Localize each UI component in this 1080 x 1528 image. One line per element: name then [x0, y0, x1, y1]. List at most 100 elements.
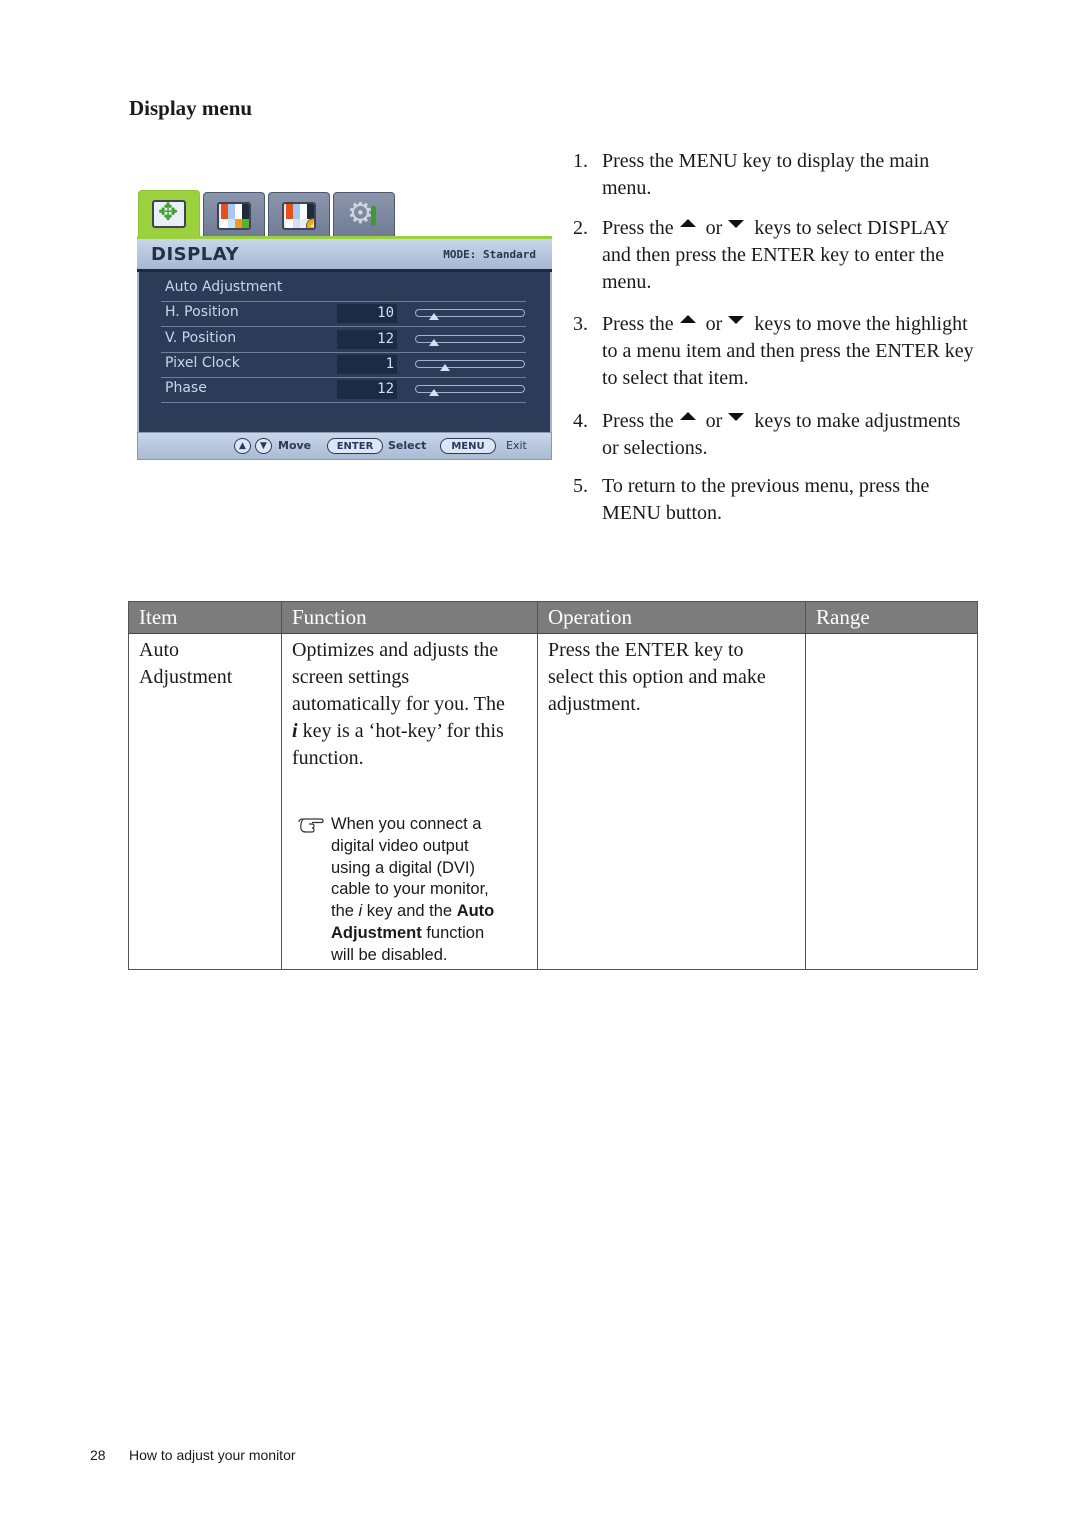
- display-menu-table: Item Function Operation Range Auto Adjus…: [128, 601, 978, 970]
- step-number: 1.: [573, 150, 588, 172]
- text: Press the: [602, 150, 679, 172]
- osd-tab-display: [138, 190, 200, 238]
- osd-header: DISPLAY MODE: Standard: [137, 236, 552, 272]
- column-divider: [805, 602, 806, 969]
- step-number: 4.: [573, 410, 588, 432]
- text: and then press the: [602, 244, 751, 266]
- text-line: function.: [292, 747, 364, 769]
- bold-text: Auto: [456, 902, 495, 921]
- text-line: the i key and the Auto: [331, 901, 531, 923]
- text-line: will be disabled.: [331, 945, 448, 964]
- column-header-range: Range: [816, 605, 870, 629]
- text-line: digital video output: [331, 836, 469, 855]
- key-name: MENU: [602, 502, 661, 524]
- osd-title: DISPLAY: [151, 244, 240, 265]
- text-line: adjustment.: [548, 693, 641, 715]
- column-header-function: Function: [292, 605, 367, 629]
- gear-screwdriver-icon: [347, 202, 381, 230]
- osd-slider: [415, 360, 525, 371]
- text: key is a ‘hot-key’ for this: [297, 720, 504, 742]
- down-key-icon: ▼: [255, 438, 272, 454]
- picture-icon: [217, 202, 251, 230]
- text: or: [705, 410, 723, 432]
- osd-menu-body: Auto Adjustment H. Position 10 V. Positi…: [137, 272, 552, 432]
- text-line: select this option and make: [548, 666, 766, 688]
- osd-slider: [415, 309, 525, 320]
- key-name: ENTER: [750, 244, 816, 266]
- osd-slider-thumb: [439, 364, 450, 371]
- up-arrow-icon: [679, 315, 696, 323]
- key-name: ENTER: [875, 340, 940, 362]
- text: or: [705, 217, 723, 239]
- osd-item-value: 12: [337, 330, 397, 349]
- step-number: 5.: [573, 475, 588, 497]
- step-text: Press the or keys to select DISPLAY and th…: [602, 215, 982, 296]
- up-key-icon: ▲: [234, 438, 251, 454]
- up-arrow-icon: [679, 412, 696, 420]
- text: or: [705, 313, 723, 335]
- key-name: MENU: [678, 150, 738, 172]
- section-title: Display menu: [129, 96, 253, 120]
- text: key and the: [362, 902, 457, 921]
- text-line: i key is a ‘hot-key’ for this: [292, 718, 532, 745]
- step-text: Press the or keys to move the highlight to…: [602, 311, 982, 392]
- table-header: Item Function Operation Range: [129, 602, 977, 634]
- move-label: Move: [278, 439, 312, 452]
- osd-slider: [415, 385, 525, 396]
- page-number: 28: [90, 1447, 106, 1463]
- text-line: using a digital (DVI): [331, 858, 475, 877]
- step-text: To return to the previous menu, press th…: [602, 473, 982, 527]
- plus-icon: +: [306, 218, 314, 228]
- cell-item: Auto Adjustment: [139, 637, 232, 691]
- cell-function: Optimizes and adjusts the screen setting…: [292, 637, 532, 772]
- down-arrow-icon: [728, 220, 745, 228]
- osd-slider-thumb: [428, 313, 439, 320]
- text: Press the: [602, 217, 674, 239]
- column-header-operation: Operation: [548, 605, 632, 629]
- cell-operation: Press the ENTER key to select this optio…: [548, 637, 800, 718]
- osd-item-label: V. Position: [165, 330, 237, 346]
- osd-mode: MODE: Standard: [443, 248, 536, 261]
- picture-advanced-icon: +: [282, 202, 316, 230]
- column-header-item: Item: [139, 605, 178, 629]
- osd-tab-system: [333, 192, 395, 238]
- osd-slider: [415, 335, 525, 346]
- text-line: Press the ENTER key to: [548, 637, 800, 664]
- text: Press the: [548, 639, 625, 661]
- osd-footer: ▲ ▼ Move ENTER Select MENU Exit: [137, 432, 552, 460]
- bold-text: Adjustment: [331, 923, 422, 942]
- exit-label: Exit: [506, 439, 527, 452]
- osd-item-label: Auto Adjustment: [165, 279, 283, 295]
- key-name: ENTER: [624, 639, 690, 661]
- osd-menu-item: Pixel Clock 1: [161, 352, 526, 378]
- osd-item-value: 1: [337, 355, 397, 374]
- down-arrow-icon: [728, 413, 745, 421]
- column-divider: [281, 602, 282, 969]
- up-arrow-icon: [679, 219, 696, 227]
- step-number: 3.: [573, 313, 588, 335]
- text: button.: [660, 502, 723, 524]
- display-position-icon: [152, 200, 186, 228]
- osd-display-menu-screenshot: + DISPLAY MODE: Standard Auto Adjustment…: [137, 186, 552, 462]
- text: key to: [689, 639, 744, 661]
- down-arrow-icon: [728, 316, 745, 324]
- osd-menu-item: H. Position 10: [161, 301, 526, 327]
- text-line: Adjustment: [139, 666, 233, 688]
- text-line: Adjustment function: [331, 923, 531, 945]
- osd-item-label: Phase: [165, 380, 207, 396]
- text-line: cable to your monitor,: [331, 880, 489, 899]
- text-line: automatically for you. The: [292, 693, 505, 715]
- text: To return to the previous menu, press th…: [602, 475, 930, 497]
- osd-tab-picture: [203, 192, 265, 238]
- osd-tab-bar: +: [137, 190, 552, 240]
- text: Press the: [602, 313, 674, 335]
- select-label: Select: [388, 439, 427, 452]
- enter-key-icon: ENTER: [327, 438, 383, 454]
- column-divider: [537, 602, 538, 969]
- osd-menu-item: Phase 12: [161, 377, 526, 403]
- text-line: Auto: [139, 639, 179, 661]
- step-text: Press the MENU key to display the main m…: [602, 148, 982, 202]
- chapter-title: How to adjust your monitor: [129, 1447, 296, 1463]
- pointing-hand-icon: [298, 818, 324, 833]
- osd-menu-item: V. Position 12: [161, 327, 526, 353]
